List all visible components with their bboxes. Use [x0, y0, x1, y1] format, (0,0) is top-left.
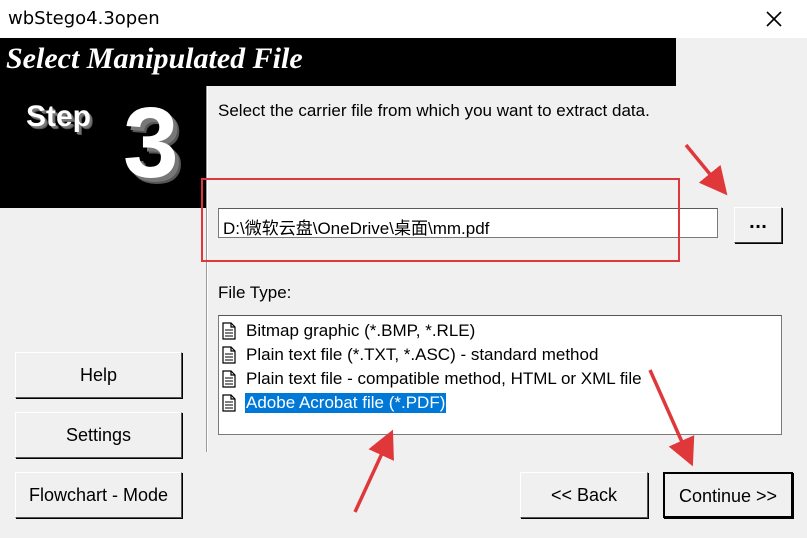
arrow-to-pdf-option: [353, 429, 394, 513]
arrow-to-browse: [684, 143, 728, 196]
panel-divider-highlight: [207, 86, 208, 452]
list-item[interactable]: Bitmap graphic (*.BMP, *.RLE): [219, 319, 476, 343]
step-label: Step: [26, 100, 92, 133]
list-item-label: Plain text file - compatible method, HTM…: [246, 369, 642, 388]
list-item[interactable]: Plain text file - compatible method, HTM…: [219, 367, 643, 391]
close-icon[interactable]: [761, 6, 787, 32]
list-item[interactable]: Plain text file (*.TXT, *.ASC) - standar…: [219, 343, 599, 367]
browse-button[interactable]: ...: [734, 207, 782, 243]
settings-button[interactable]: Settings: [15, 412, 182, 458]
list-item-label: Bitmap graphic (*.BMP, *.RLE): [246, 321, 476, 340]
document-icon: [222, 322, 236, 340]
instruction-text: Select the carrier file from which you w…: [218, 101, 650, 120]
document-icon: [222, 346, 236, 364]
document-icon: [222, 370, 236, 388]
wizard-banner: Select Manipulated File: [0, 38, 676, 86]
file-type-list[interactable]: Bitmap graphic (*.BMP, *.RLE) Plain text…: [218, 315, 782, 435]
file-type-label: File Type:: [218, 283, 292, 302]
back-button[interactable]: << Back: [520, 472, 648, 518]
continue-button[interactable]: Continue >>: [663, 472, 793, 518]
list-item-label: Adobe Acrobat file (*.PDF): [245, 393, 447, 413]
help-button[interactable]: Help: [15, 352, 182, 398]
title-bar: wbStego4.3open: [0, 0, 807, 38]
banner-title: Select Manipulated File: [6, 42, 303, 75]
flowchart-mode-button[interactable]: Flowchart - Mode: [15, 472, 182, 518]
annotation-highlight-box: [201, 178, 680, 262]
document-icon: [222, 394, 236, 412]
list-item-label: Plain text file (*.TXT, *.ASC) - standar…: [246, 345, 599, 364]
list-item-selected[interactable]: Adobe Acrobat file (*.PDF): [219, 391, 447, 415]
window-title: wbStego4.3open: [8, 8, 160, 29]
step-number: 3: [123, 87, 179, 199]
